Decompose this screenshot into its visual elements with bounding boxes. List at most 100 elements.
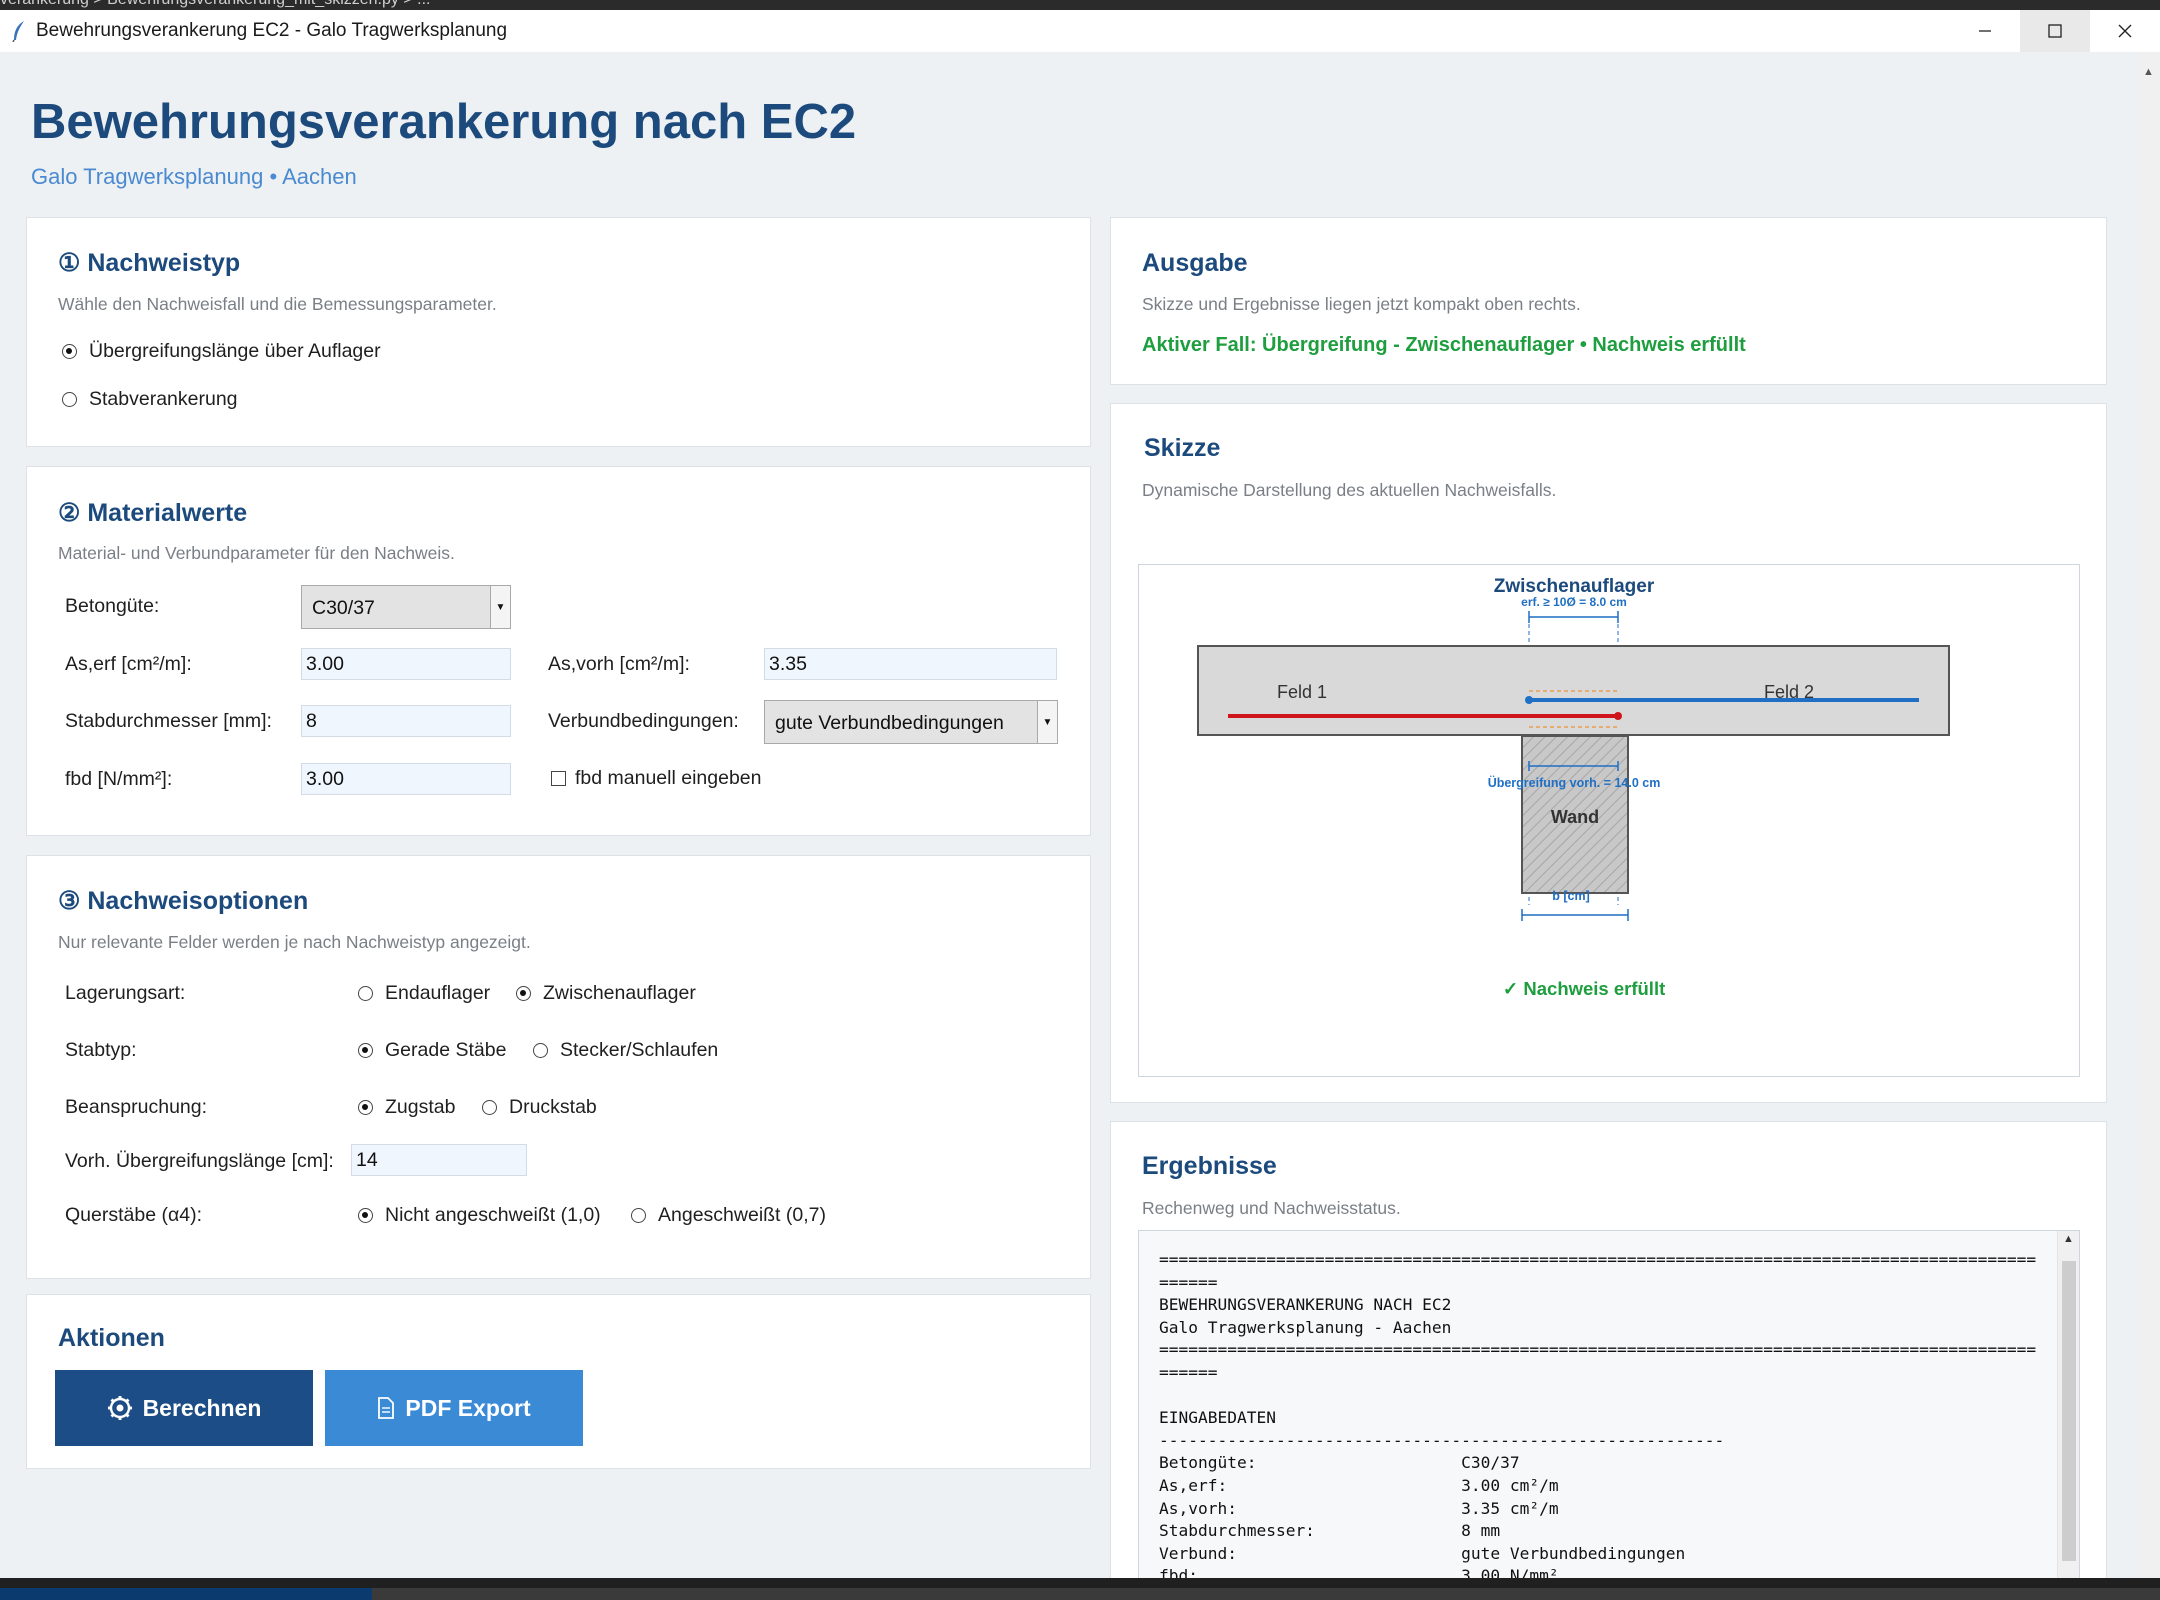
lagerungsart-label: Lagerungsart: <box>65 982 186 1004</box>
nachweistyp-card: ① Nachweistyp Wähle den Nachweisfall und… <box>26 217 1091 447</box>
skizze-desc: Dynamische Darstellung des aktuellen Nac… <box>1142 480 1557 500</box>
sketch-erf-label: erf. ≥ 10Ø = 8.0 cm <box>1521 595 1627 609</box>
fbd-label: fbd [N/mm²]: <box>65 768 173 790</box>
radio-druckstab[interactable]: Druckstab <box>482 1096 597 1119</box>
fbd-input[interactable]: 3.00 <box>301 763 511 795</box>
sketch-status: ✓ Nachweis erfüllt <box>1503 978 1666 999</box>
sketch-canvas: Zwischenauflager erf. ≥ 10Ø = 8.0 cm Fel… <box>1138 564 2080 1077</box>
radio-indicator <box>358 1100 373 1115</box>
sketch-heading: Zwischenauflager <box>1494 576 1655 597</box>
radio-indicator <box>358 1208 373 1223</box>
results-scrollbar[interactable]: ▲ <box>2057 1231 2079 1578</box>
aktionen-card: Aktionen Berechnen PDF Export <box>26 1294 1091 1469</box>
dropdown-arrow-icon: ▼ <box>490 586 510 628</box>
app-window: Bewehrungsverankerung EC2 - Galo Tragwer… <box>0 10 2160 1578</box>
taskbar-active-app[interactable] <box>0 1588 372 1600</box>
radio-label: Übergreifungslänge über Auflager <box>89 340 381 362</box>
radio-indicator <box>631 1208 646 1223</box>
radio-label: Angeschweißt (0,7) <box>658 1204 826 1226</box>
verbund-select[interactable]: gute Verbundbedingungen ▼ <box>764 700 1058 744</box>
results-textarea[interactable]: ========================================… <box>1138 1230 2080 1578</box>
radio-stecker-schlaufen[interactable]: Stecker/Schlaufen <box>533 1039 718 1062</box>
radio-endauflager[interactable]: Endauflager <box>358 982 490 1005</box>
uebergreifung-label: Übergreifung vorh. = 14.0 cm <box>1488 775 1661 790</box>
scroll-thumb[interactable] <box>2062 1261 2076 1561</box>
ausgabe-card: Ausgabe Skizze und Ergebnisse liegen jet… <box>1110 217 2107 385</box>
optionen-card: ③ Nachweisoptionen Nur relevante Felder … <box>26 855 1091 1279</box>
as-erf-label: As,erf [cm²/m]: <box>65 653 192 675</box>
betongute-select[interactable]: C30/37 ▼ <box>301 585 511 629</box>
radio-label: Druckstab <box>509 1096 597 1118</box>
dropdown-arrow-icon: ▼ <box>1037 701 1057 743</box>
window-scrollbar[interactable]: ▲ <box>2138 52 2160 1578</box>
betongute-value: C30/37 <box>312 597 375 619</box>
main-content: Bewehrungsverankerung nach EC2 Galo Trag… <box>0 52 2138 1578</box>
feld1-label: Feld 1 <box>1277 682 1327 702</box>
pdf-export-button[interactable]: PDF Export <box>325 1370 583 1446</box>
pdf-export-label: PDF Export <box>405 1394 531 1421</box>
bar-feld2-end <box>1525 696 1533 704</box>
radio-indicator <box>482 1100 497 1115</box>
radio-zwischenauflager[interactable]: Zwischenauflager <box>516 982 696 1005</box>
radio-uebergreifungslaenge[interactable]: Übergreifungslänge über Auflager <box>62 340 381 363</box>
aktionen-title: Aktionen <box>58 1324 165 1352</box>
taskbar-area <box>372 1588 2160 1600</box>
editor-breadcrumb-strip: verankerung > Bewehrungsverankerung_mit_… <box>0 0 2160 10</box>
maximize-button[interactable] <box>2020 10 2090 52</box>
betongute-label: Betongüte: <box>65 595 160 617</box>
skizze-title: Skizze <box>1144 434 1221 462</box>
minimize-button[interactable] <box>1950 10 2020 52</box>
ergebnisse-desc: Rechenweg und Nachweisstatus. <box>1142 1198 1401 1218</box>
radio-zugstab[interactable]: Zugstab <box>358 1096 455 1119</box>
results-text: ========================================… <box>1159 1250 2037 1578</box>
as-vorh-input[interactable]: 3.35 <box>764 648 1057 680</box>
wand-label: Wand <box>1551 807 1599 827</box>
bar-feld1-end <box>1614 712 1622 720</box>
checkbox-indicator <box>551 771 566 786</box>
radio-indicator <box>62 392 77 407</box>
material-desc: Material- und Verbundparameter für den N… <box>58 543 455 563</box>
title-bar: Bewehrungsverankerung EC2 - Galo Tragwer… <box>0 10 2160 52</box>
radio-angeschweisst[interactable]: Angeschweißt (0,7) <box>631 1204 826 1227</box>
radio-indicator <box>533 1043 548 1058</box>
radio-label: Zugstab <box>385 1096 456 1118</box>
close-button[interactable] <box>2090 10 2160 52</box>
radio-indicator <box>358 1043 373 1058</box>
material-title: ② Materialwerte <box>58 499 248 527</box>
scroll-up-icon[interactable]: ▲ <box>2143 66 2154 78</box>
scroll-up-icon[interactable]: ▲ <box>2063 1233 2074 1245</box>
beanspruchung-label: Beanspruchung: <box>65 1096 208 1118</box>
as-vorh-label: As,vorh [cm²/m]: <box>548 653 690 675</box>
optionen-desc: Nur relevante Felder werden je nach Nach… <box>58 932 531 952</box>
fbd-manual-checkbox[interactable]: fbd manuell eingeben <box>551 767 761 790</box>
window-title: Bewehrungsverankerung EC2 - Galo Tragwer… <box>36 20 508 41</box>
checkbox-label: fbd manuell eingeben <box>575 767 762 789</box>
radio-indicator <box>62 344 77 359</box>
radio-gerade-staebe[interactable]: Gerade Stäbe <box>358 1039 506 1062</box>
feather-icon <box>4 16 34 46</box>
radio-label: Nicht angeschweißt (1,0) <box>385 1204 601 1226</box>
ausgabe-desc: Skizze und Ergebnisse liegen jetzt kompa… <box>1142 294 1581 314</box>
radio-nicht-angeschweisst[interactable]: Nicht angeschweißt (1,0) <box>358 1204 601 1227</box>
berechnen-button[interactable]: Berechnen <box>55 1370 313 1446</box>
uebergreifungslaenge-input[interactable]: 14 <box>351 1144 527 1176</box>
nachweistyp-desc: Wähle den Nachweisfall und die Bemessung… <box>58 294 497 314</box>
radio-indicator <box>358 986 373 1001</box>
querstaebe-label: Querstäbe (α4): <box>65 1204 202 1226</box>
page-title: Bewehrungsverankerung nach EC2 <box>31 95 857 149</box>
document-icon <box>377 1397 395 1419</box>
b-label: b [cm] <box>1552 889 1590 903</box>
uebergreifungslaenge-label: Vorh. Übergreifungslänge [cm]: <box>65 1150 334 1172</box>
berechnen-label: Berechnen <box>142 1394 262 1421</box>
radio-indicator <box>516 986 531 1001</box>
page-subtitle: Galo Tragwerksplanung • Aachen <box>31 164 357 189</box>
as-erf-input[interactable]: 3.00 <box>301 648 511 680</box>
radio-label: Stecker/Schlaufen <box>560 1039 719 1061</box>
ergebnisse-title: Ergebnisse <box>1142 1152 1277 1180</box>
nachweistyp-title: ① Nachweistyp <box>58 249 241 277</box>
verbund-label: Verbundbedingungen: <box>548 710 739 732</box>
radio-label: Endauflager <box>385 982 491 1004</box>
active-case-status: Aktiver Fall: Übergreifung - Zwischenauf… <box>1142 334 1746 356</box>
radio-stabverankerung[interactable]: Stabverankerung <box>62 388 238 411</box>
stabdurchmesser-input[interactable]: 8 <box>301 705 511 737</box>
